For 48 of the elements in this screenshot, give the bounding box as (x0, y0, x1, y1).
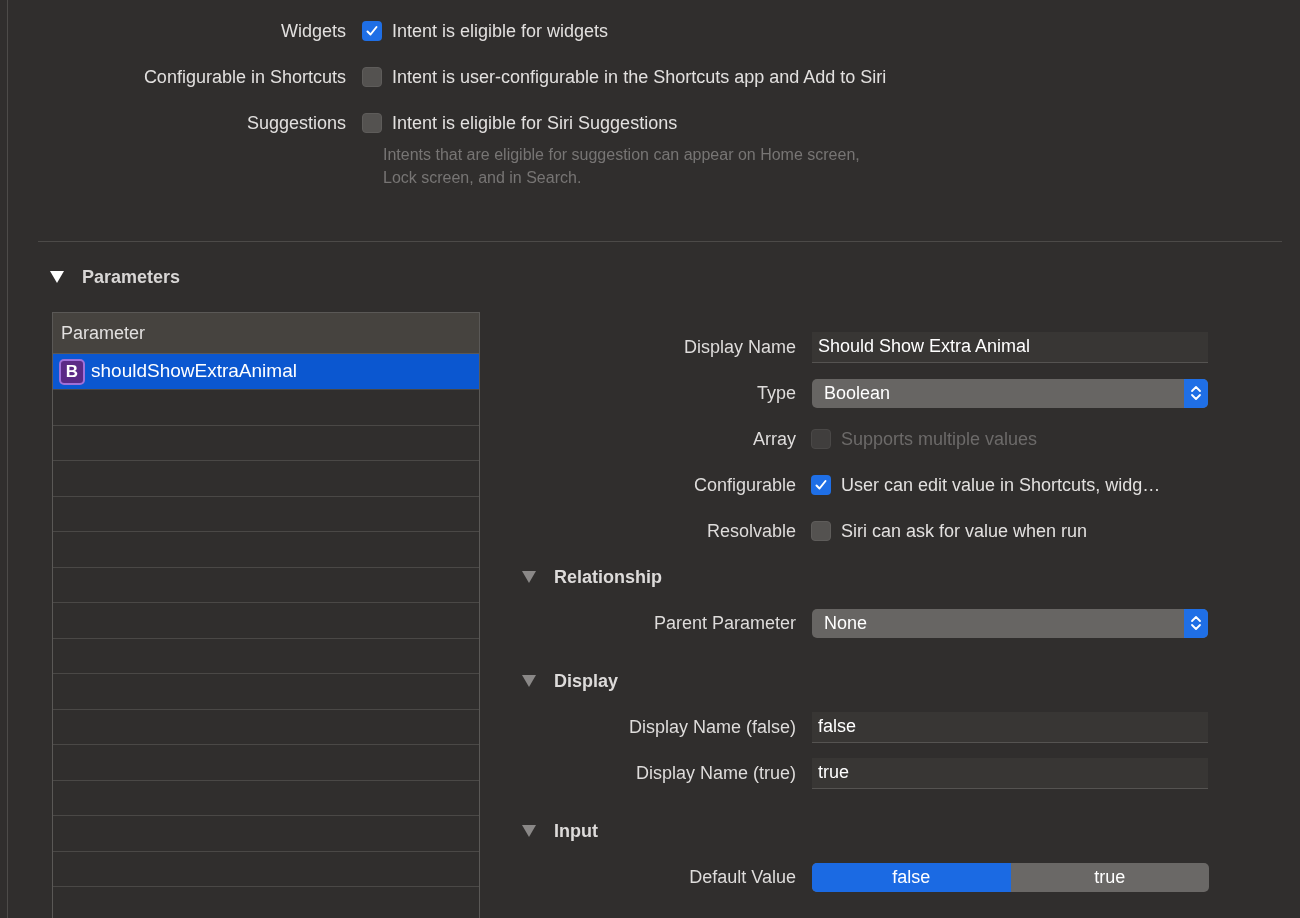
checkbox-text: Siri can ask for value when run (841, 519, 1088, 543)
field-label: Display Name (682, 335, 796, 359)
field-label: Resolvable (705, 519, 796, 543)
type-badge: B (59, 358, 85, 385)
segmented-control[interactable]: false true (812, 862, 1209, 892)
field-label: Default Value (688, 865, 796, 889)
text-field[interactable]: Should Show Extra Animal (812, 331, 1208, 363)
field-label: Parent Parameter (652, 611, 796, 635)
disclosure-triangle-icon[interactable] (49, 269, 65, 285)
popup-value: Boolean (824, 381, 891, 405)
field-label: Type (755, 381, 796, 405)
option-label: Widgets (279, 19, 346, 43)
option-text: Intent is user-configurable in the Shortcuts app and Add to Siri (392, 65, 887, 89)
field-label: Configurable (692, 473, 796, 497)
checkbox[interactable] (362, 113, 382, 133)
checkbox[interactable] (811, 475, 831, 495)
option-label: Suggestions (245, 111, 346, 135)
chevron-up-down-icon (1184, 378, 1208, 408)
section-title: Relationship (554, 565, 662, 589)
segment[interactable]: true (1010, 862, 1209, 892)
segment[interactable]: false (812, 862, 1011, 892)
hint-text: Intents that are eligible for suggestion can appear on Home screen, (383, 145, 861, 165)
section-title: Parameters (82, 265, 181, 289)
section-title: Input (554, 819, 598, 843)
field-label: Array (752, 427, 796, 451)
chevron-up-down-icon (1184, 608, 1208, 638)
checkmark-icon (814, 478, 828, 492)
checkbox[interactable] (362, 21, 382, 41)
option-label: Configurable in Shortcuts (142, 65, 346, 89)
option-text: Intent is eligible for Siri Suggestions (392, 111, 678, 135)
column-header[interactable]: Parameter (53, 313, 479, 354)
hint-text: Lock screen, and in Search. (383, 168, 583, 188)
checkmark-icon (365, 24, 379, 38)
option-text: Intent is eligible for widgets (392, 19, 609, 43)
popup-button[interactable]: None (812, 608, 1208, 638)
checkbox[interactable] (362, 67, 382, 87)
popup-value: None (824, 611, 868, 635)
parameter-row[interactable]: B shouldShowExtraAnimal (53, 354, 479, 390)
text-field[interactable]: false (812, 711, 1208, 743)
checkbox[interactable] (811, 521, 831, 541)
field-label: Display Name (false) (627, 715, 796, 739)
checkbox-text: Supports multiple values (841, 427, 1038, 451)
text-field[interactable]: true (812, 757, 1208, 789)
section-title: Display (554, 669, 619, 693)
parameter-name: shouldShowExtraAnimal (91, 359, 297, 384)
popup-button[interactable]: Boolean (812, 378, 1208, 408)
checkbox-text: User can edit value in Shortcuts, widg… (841, 473, 1161, 497)
field-label: Display Name (true) (634, 761, 796, 785)
